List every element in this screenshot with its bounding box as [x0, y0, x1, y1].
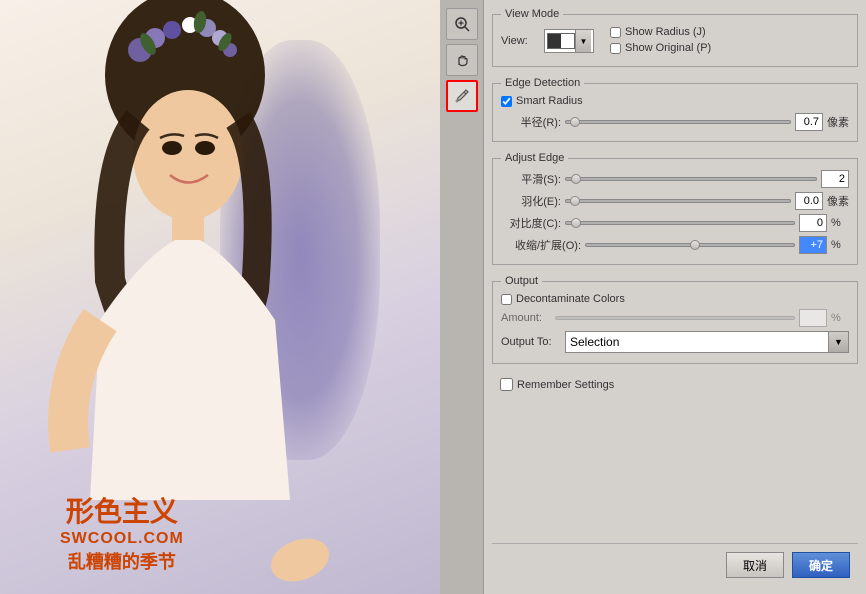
contrast-thumb[interactable]: [571, 218, 581, 228]
feather-label: 羽化(E):: [501, 193, 561, 209]
decontaminate-label: Decontaminate Colors: [516, 293, 625, 305]
output-to-value: Selection: [570, 335, 619, 349]
smart-radius-row: Smart Radius: [501, 95, 849, 107]
show-radius-row: Show Radius (J): [610, 26, 711, 38]
amount-label: Amount:: [501, 312, 551, 324]
tool-strip: [440, 0, 484, 594]
contrast-unit: %: [831, 217, 849, 229]
smart-radius-checkbox[interactable]: [501, 96, 512, 107]
radius-value[interactable]: 0.7: [795, 113, 823, 131]
cancel-button[interactable]: 取消: [726, 552, 784, 578]
output-legend: Output: [501, 275, 542, 287]
amount-unit: %: [831, 312, 849, 324]
smooth-label: 平滑(S):: [501, 171, 561, 187]
output-to-row: Output To: Selection ▼: [501, 331, 849, 353]
view-label: View:: [501, 35, 536, 47]
output-to-dropdown[interactable]: Selection: [565, 331, 829, 353]
adjust-edge-legend: Adjust Edge: [501, 152, 568, 164]
shift-row: 收缩/扩展(O): +7 %: [501, 236, 849, 254]
radius-track[interactable]: [565, 120, 791, 124]
show-radius-label: Show Radius (J): [625, 26, 706, 38]
decontaminate-row: Decontaminate Colors: [501, 293, 849, 305]
contrast-track[interactable]: [565, 221, 795, 225]
remember-label: Remember Settings: [517, 379, 614, 391]
smooth-row: 平滑(S): 2: [501, 170, 849, 188]
output-to-label: Output To:: [501, 336, 561, 348]
adjust-edge-section: Adjust Edge 平滑(S): 2 羽化(E): 0.0 像素: [492, 152, 858, 265]
view-thumbnail: [547, 33, 575, 49]
edge-detection-section: Edge Detection Smart Radius 半径(R): 0.7 像…: [492, 77, 858, 142]
output-to-arrow[interactable]: ▼: [829, 331, 849, 353]
output-section: Output Decontaminate Colors Amount: % Ou…: [492, 275, 858, 364]
contrast-row: 对比度(C): 0 %: [501, 214, 849, 232]
show-original-row: Show Original (P): [610, 42, 711, 54]
view-checkboxes: Show Radius (J) Show Original (P): [610, 26, 711, 56]
feather-unit: 像素: [827, 193, 849, 209]
amount-row: Amount: %: [501, 309, 849, 327]
right-panel: View Mode View: ▼ Show Radius (J): [440, 0, 866, 594]
zoom-tool[interactable]: [446, 8, 478, 40]
photo-canvas: 形色主义 SWCOOL.COM 乱糟糟的季节: [0, 0, 440, 594]
contrast-value[interactable]: 0: [799, 214, 827, 232]
shift-track[interactable]: [585, 243, 795, 247]
view-row: View: ▼ Show Radius (J) Show Original (P…: [501, 26, 849, 56]
feather-row: 羽化(E): 0.0 像素: [501, 192, 849, 210]
remember-checkbox[interactable]: [500, 378, 513, 391]
watermark-line3: 乱糟糟的季节: [60, 548, 184, 574]
smooth-value[interactable]: 2: [821, 170, 849, 188]
view-mode-section: View Mode View: ▼ Show Radius (J): [492, 8, 858, 67]
remember-row: Remember Settings: [492, 374, 858, 395]
ok-button[interactable]: 确定: [792, 552, 850, 578]
smooth-thumb[interactable]: [571, 174, 581, 184]
shift-value[interactable]: +7: [799, 236, 827, 254]
bottom-buttons: 取消 确定: [492, 543, 858, 586]
shift-thumb[interactable]: [690, 240, 700, 250]
hand-tool[interactable]: [446, 44, 478, 76]
amount-track: [555, 316, 795, 320]
radius-slider-row: 半径(R): 0.7 像素: [501, 113, 849, 131]
radius-unit: 像素: [827, 114, 849, 130]
shift-unit: %: [831, 239, 849, 251]
feather-value[interactable]: 0.0: [795, 192, 823, 210]
app-window: 形色主义 SWCOOL.COM 乱糟糟的季节: [0, 0, 866, 594]
brush-tool[interactable]: [446, 80, 478, 112]
shift-label: 收缩/扩展(O):: [501, 237, 581, 253]
show-original-label: Show Original (P): [625, 42, 711, 54]
view-mode-legend: View Mode: [501, 8, 563, 20]
contrast-label: 对比度(C):: [501, 215, 561, 231]
view-dropdown[interactable]: ▼: [544, 29, 594, 53]
panel-content: View Mode View: ▼ Show Radius (J): [484, 0, 866, 594]
radius-thumb[interactable]: [570, 117, 580, 127]
amount-value: [799, 309, 827, 327]
smooth-track[interactable]: [565, 177, 817, 181]
decontaminate-checkbox[interactable]: [501, 294, 512, 305]
show-radius-checkbox[interactable]: [610, 27, 621, 38]
view-dropdown-arrow[interactable]: ▼: [575, 30, 591, 52]
smart-radius-label: Smart Radius: [516, 95, 583, 107]
show-original-checkbox[interactable]: [610, 43, 621, 54]
edge-detection-legend: Edge Detection: [501, 77, 584, 89]
feather-thumb[interactable]: [570, 196, 580, 206]
output-to-control: Selection ▼: [565, 331, 849, 353]
watermark-line2: SWCOOL.COM: [60, 530, 184, 548]
radius-label: 半径(R):: [501, 114, 561, 130]
watermark: 形色主义 SWCOOL.COM 乱糟糟的季节: [60, 490, 184, 574]
watermark-line1: 形色主义: [60, 490, 184, 530]
feather-track[interactable]: [565, 199, 791, 203]
